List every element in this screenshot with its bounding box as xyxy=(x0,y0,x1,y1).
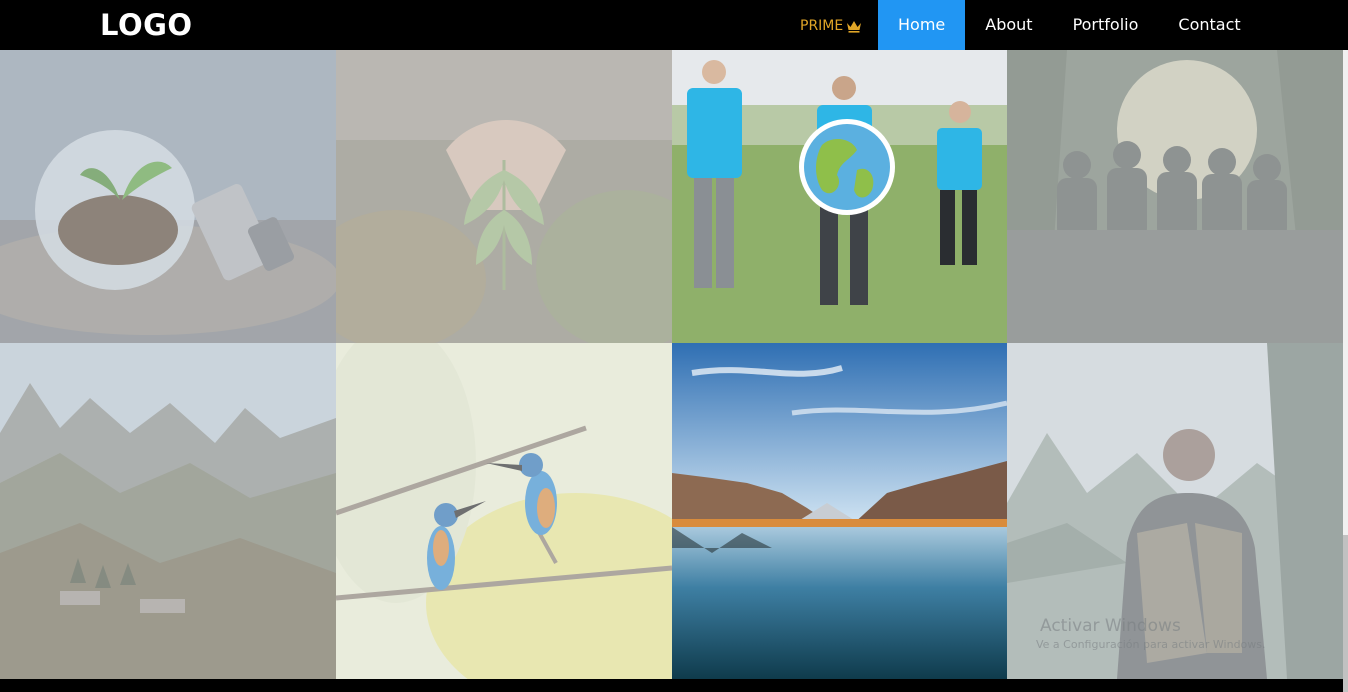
mountains-image xyxy=(0,343,336,679)
gallery-tile[interactable] xyxy=(0,343,336,679)
scrollbar-thumb[interactable] xyxy=(1343,535,1348,692)
crown-icon xyxy=(846,19,862,33)
gallery-tile[interactable] xyxy=(0,50,336,343)
hands-fern-image xyxy=(336,50,672,343)
gallery-tile[interactable] xyxy=(336,343,672,679)
logo[interactable]: LOGO xyxy=(100,8,193,42)
prime-link[interactable]: PRIME xyxy=(800,16,862,36)
nav-about[interactable]: About xyxy=(965,0,1052,50)
gallery-tile[interactable] xyxy=(1007,50,1343,343)
hiker-image xyxy=(1007,343,1343,679)
gallery-tile[interactable] xyxy=(672,343,1007,679)
navbar: LOGO PRIME Home About Portfolio Contact xyxy=(0,0,1348,50)
nav-links: Home About Portfolio Contact xyxy=(878,0,1261,50)
gallery-tile[interactable] xyxy=(672,50,1007,343)
vertical-scrollbar[interactable] xyxy=(1343,0,1348,692)
lightbulb-plant-image xyxy=(0,50,336,343)
gallery-tile[interactable] xyxy=(336,50,672,343)
volunteers-globe-image xyxy=(672,50,1007,343)
nav-home[interactable]: Home xyxy=(878,0,966,50)
kingfishers-image xyxy=(336,343,672,679)
image-gallery xyxy=(0,50,1343,679)
forest-people-image xyxy=(1007,50,1343,343)
lake-image xyxy=(672,343,1007,679)
nav-contact[interactable]: Contact xyxy=(1158,0,1260,50)
nav-portfolio[interactable]: Portfolio xyxy=(1053,0,1159,50)
prime-label: PRIME xyxy=(800,18,844,34)
gallery-tile[interactable] xyxy=(1007,343,1343,679)
